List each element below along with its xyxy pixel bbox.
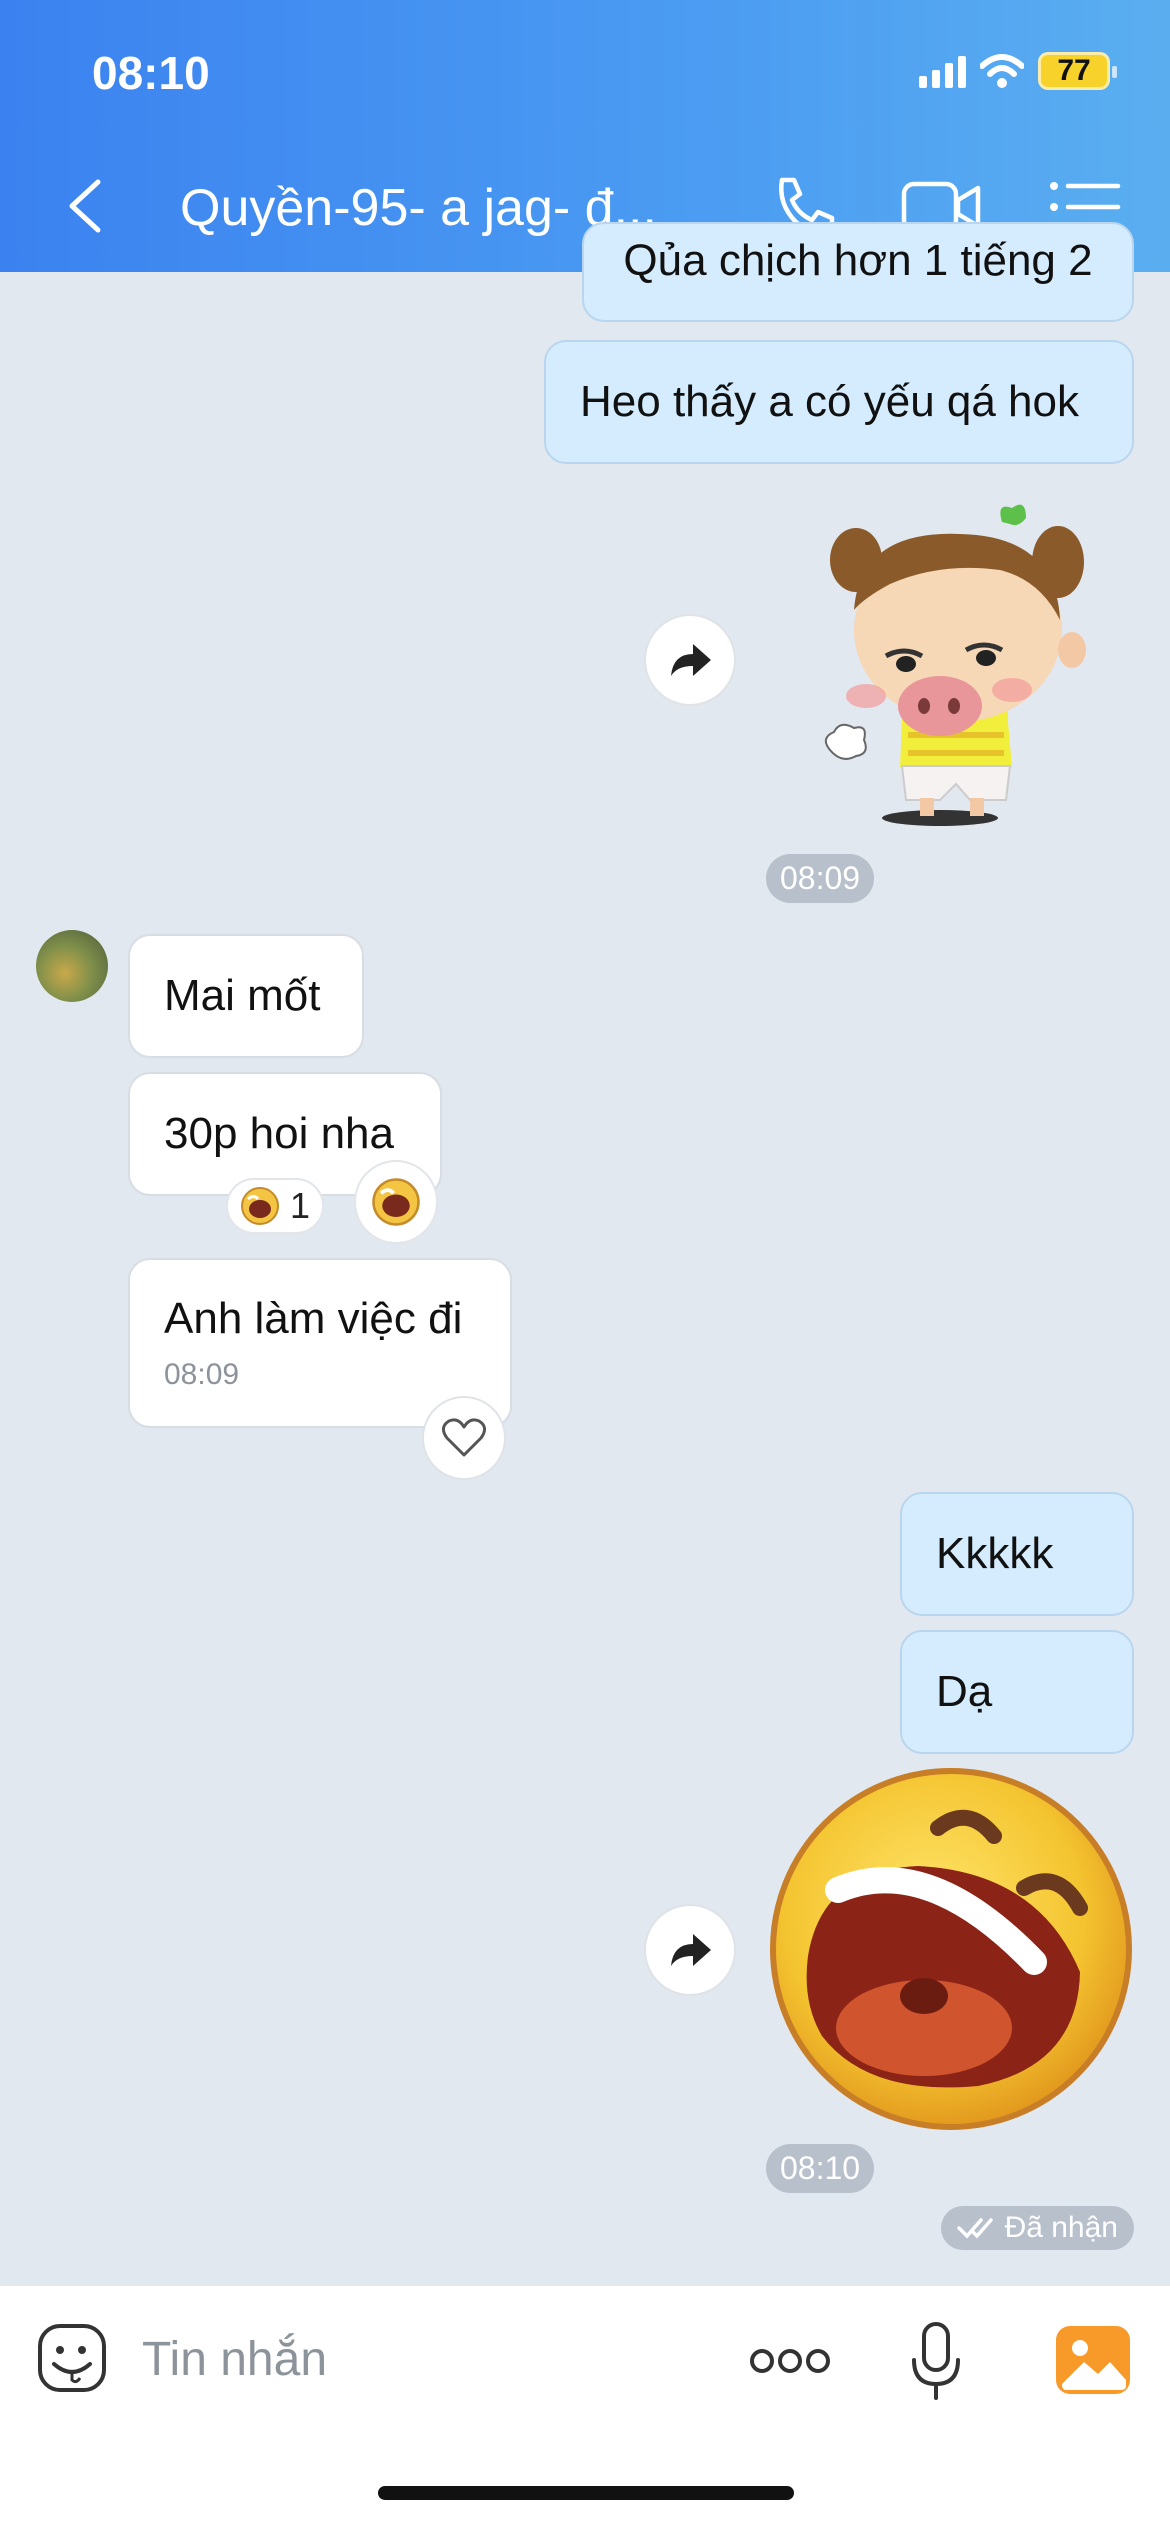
- status-time: 08:10: [92, 47, 210, 99]
- message-bubble-outgoing[interactable]: Kkkkk: [900, 1492, 1134, 1616]
- wifi-icon: [980, 54, 1024, 88]
- girl-sticker[interactable]: [820, 500, 1092, 830]
- like-button[interactable]: [422, 1396, 506, 1480]
- message-text: Kkkkk: [936, 1529, 1054, 1578]
- message-text: Dạ: [936, 1667, 993, 1716]
- delivery-status: Đã nhận: [940, 2206, 1134, 2250]
- forward-button[interactable]: [644, 614, 736, 706]
- message-time: 08:09: [164, 1358, 240, 1391]
- home-indicator: [378, 2486, 794, 2500]
- more-options-icon[interactable]: [748, 2346, 832, 2376]
- reaction-count: 1: [289, 1185, 311, 1226]
- message-text: 30p hoi nha: [164, 1109, 394, 1158]
- message-bubble-outgoing[interactable]: Dạ: [900, 1630, 1134, 1754]
- forward-arrow-icon: [671, 1934, 711, 1966]
- forward-arrow-icon: [671, 644, 711, 676]
- signal-icon: [919, 54, 966, 88]
- laughing-emoji-icon: [240, 1187, 279, 1225]
- delivery-status-label: Đã nhận: [1004, 2211, 1118, 2244]
- reaction-summary[interactable]: 1: [226, 1178, 324, 1234]
- laughing-emoji-icon: [372, 1178, 420, 1226]
- microphone-icon[interactable]: [906, 2320, 966, 2404]
- react-button[interactable]: [354, 1160, 438, 1244]
- message-text: Anh làm việc đi: [164, 1294, 463, 1343]
- heart-icon: [442, 1418, 486, 1457]
- battery-icon: 77: [1038, 52, 1117, 90]
- message-bubble-incoming[interactable]: Mai mốt: [128, 934, 364, 1058]
- message-bubble-outgoing[interactable]: Heo thấy a có yếu qá hok: [544, 340, 1134, 464]
- double-check-icon: [956, 2218, 993, 2239]
- timestamp-chip: 08:09: [766, 854, 875, 903]
- back-icon[interactable]: [60, 176, 110, 236]
- laughing-sticker[interactable]: [768, 1766, 1134, 2132]
- photo-gallery-icon[interactable]: [1054, 2324, 1132, 2396]
- message-input[interactable]: Tin nhắn: [142, 2332, 327, 2387]
- status-icons: 77: [919, 52, 1117, 90]
- forward-button[interactable]: [644, 1904, 736, 1996]
- timestamp-chip: 08:10: [766, 2144, 875, 2193]
- avatar[interactable]: [36, 930, 108, 1002]
- sticker-face-icon[interactable]: [36, 2322, 108, 2394]
- message-bubble-outgoing[interactable]: Qủa chịch hơn 1 tiếng 2: [582, 222, 1134, 322]
- message-text: Qủa chịch hơn 1 tiếng 2: [623, 236, 1093, 285]
- message-text: Heo thấy a có yếu qá hok: [580, 377, 1079, 426]
- message-text: Mai mốt: [164, 971, 321, 1020]
